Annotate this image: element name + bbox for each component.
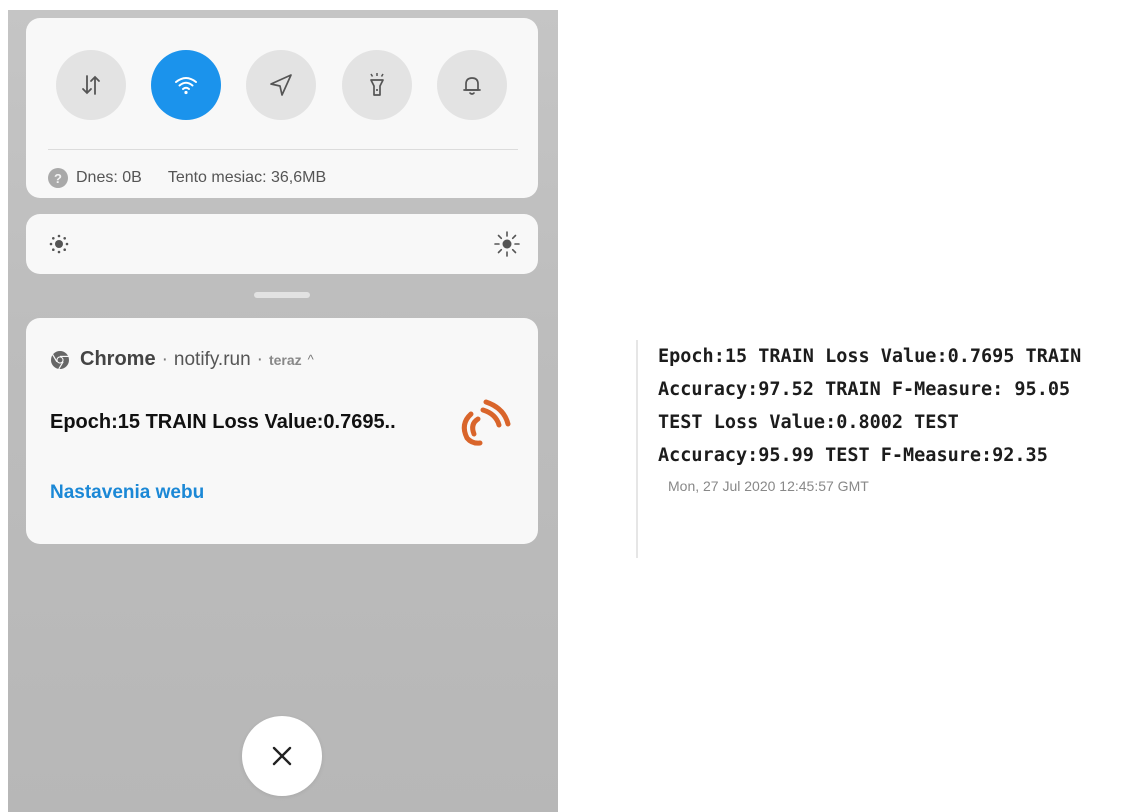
drag-handle[interactable] <box>254 292 310 298</box>
mobile-data-toggle[interactable] <box>56 50 126 120</box>
message-entry: Epoch:15 TRAIN Loss Value:0.7695 TRAIN A… <box>636 340 1086 558</box>
notification-card[interactable]: Chrome · notify.run · teraz ^ Epoch:15 T… <box>26 318 538 544</box>
app-name: Chrome <box>80 348 156 370</box>
notification-time: teraz <box>268 351 302 368</box>
brightness-low-icon <box>49 234 69 254</box>
chrome-icon <box>51 350 69 369</box>
sound-toggle[interactable] <box>437 50 507 120</box>
location-arrow-icon <box>270 74 292 96</box>
flashlight-icon <box>370 73 384 96</box>
message-timestamp: Mon, 27 Jul 2020 12:45:57 GMT <box>668 478 869 494</box>
wifi-toggle[interactable] <box>151 50 221 120</box>
help-icon: ? <box>48 168 68 188</box>
usage-today: Dnes: 0B <box>76 169 142 186</box>
message-text: Epoch:15 TRAIN Loss Value:0.7695 TRAIN A… <box>658 346 1082 466</box>
separator: · <box>256 348 263 370</box>
brightness-slider[interactable] <box>26 214 538 274</box>
notify-run-logo-icon <box>461 399 511 446</box>
divider <box>48 149 518 150</box>
site-settings-link[interactable]: Nastavenia webu <box>50 482 204 504</box>
location-toggle[interactable] <box>246 50 316 120</box>
notification-shade: ? Dnes: 0B Tento mesiac: 36,6MB Chrome ·… <box>8 10 558 812</box>
flashlight-toggle[interactable] <box>342 50 412 120</box>
bell-icon <box>463 77 481 95</box>
brightness-high-icon <box>494 231 520 257</box>
notification-domain: notify.run <box>173 348 251 370</box>
notification-header: Chrome · notify.run · teraz ^ <box>50 348 314 371</box>
quick-settings-panel: ? Dnes: 0B Tento mesiac: 36,6MB <box>26 18 538 198</box>
data-arrows-icon <box>82 75 100 95</box>
notification-title: Epoch:15 TRAIN Loss Value:0.7695.. <box>50 411 396 433</box>
close-button[interactable] <box>242 716 322 796</box>
wifi-icon <box>175 77 197 95</box>
separator: · <box>161 348 168 370</box>
data-usage[interactable]: ? Dnes: 0B Tento mesiac: 36,6MB <box>48 164 326 192</box>
chevron-up-icon[interactable]: ^ <box>308 352 314 367</box>
usage-month: Tento mesiac: 36,6MB <box>167 169 327 186</box>
close-icon <box>272 746 292 766</box>
